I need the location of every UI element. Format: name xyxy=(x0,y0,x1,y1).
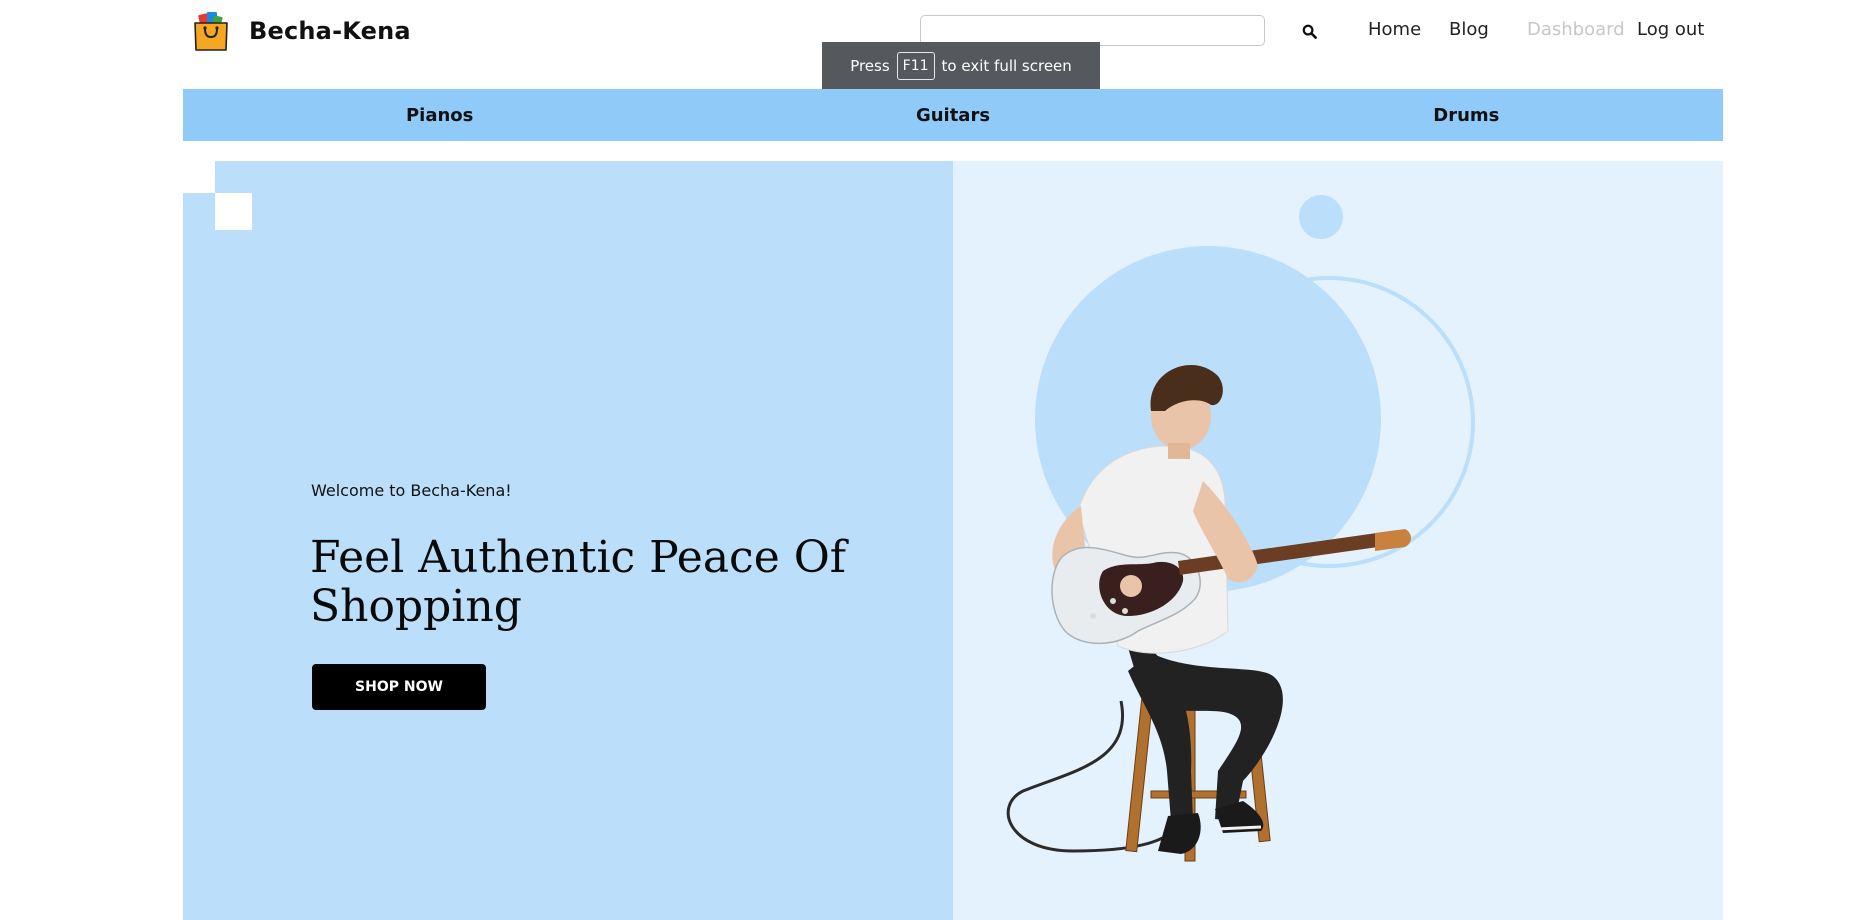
nav-blog-link[interactable]: Blog xyxy=(1449,19,1489,40)
small-circle-decoration xyxy=(1299,195,1343,239)
brand-name: Becha-Kena xyxy=(249,17,411,45)
fullscreen-key: F11 xyxy=(896,52,935,80)
guitarist-neck xyxy=(1168,443,1190,459)
category-guitars[interactable]: Guitars xyxy=(696,89,1209,141)
guitarist-illustration xyxy=(1006,195,1475,862)
corner-square-decoration xyxy=(215,193,252,230)
nav-home-link[interactable]: Home xyxy=(1368,19,1421,40)
fullscreen-notice: Press F11 to exit full screen xyxy=(822,42,1100,90)
guitarist-strumming-hand xyxy=(1120,575,1142,597)
fullscreen-notice-prefix: Press xyxy=(850,57,890,75)
shopping-bag-logo-icon xyxy=(194,12,228,51)
shop-now-button[interactable]: SHOP NOW xyxy=(312,664,486,710)
corner-notch-decoration xyxy=(183,161,215,193)
search-button[interactable] xyxy=(1296,18,1322,44)
category-bar: Pianos Guitars Drums xyxy=(183,89,1723,141)
nav-dashboard-link[interactable]: Dashboard xyxy=(1527,19,1625,40)
hero-left-panel: Welcome to Becha-Kena! Feel Authentic Pe… xyxy=(183,161,953,920)
page: Becha-Kena Home Blog Dashboard Log out P… xyxy=(0,0,1863,920)
shoe-sole xyxy=(1216,825,1262,831)
category-drums[interactable]: Drums xyxy=(1210,89,1723,141)
hero-right-panel xyxy=(953,161,1723,920)
hero-section: Welcome to Becha-Kena! Feel Authentic Pe… xyxy=(183,161,1723,920)
hero-welcome-text: Welcome to Becha-Kena! xyxy=(311,481,512,500)
search-icon xyxy=(1302,24,1317,39)
category-pianos[interactable]: Pianos xyxy=(183,89,696,141)
nav-logout-link[interactable]: Log out xyxy=(1637,19,1704,40)
hero-title: Feel Authentic Peace Of Shopping xyxy=(310,532,847,632)
fullscreen-notice-suffix: to exit full screen xyxy=(941,57,1072,75)
brand[interactable]: Becha-Kena xyxy=(193,10,411,52)
